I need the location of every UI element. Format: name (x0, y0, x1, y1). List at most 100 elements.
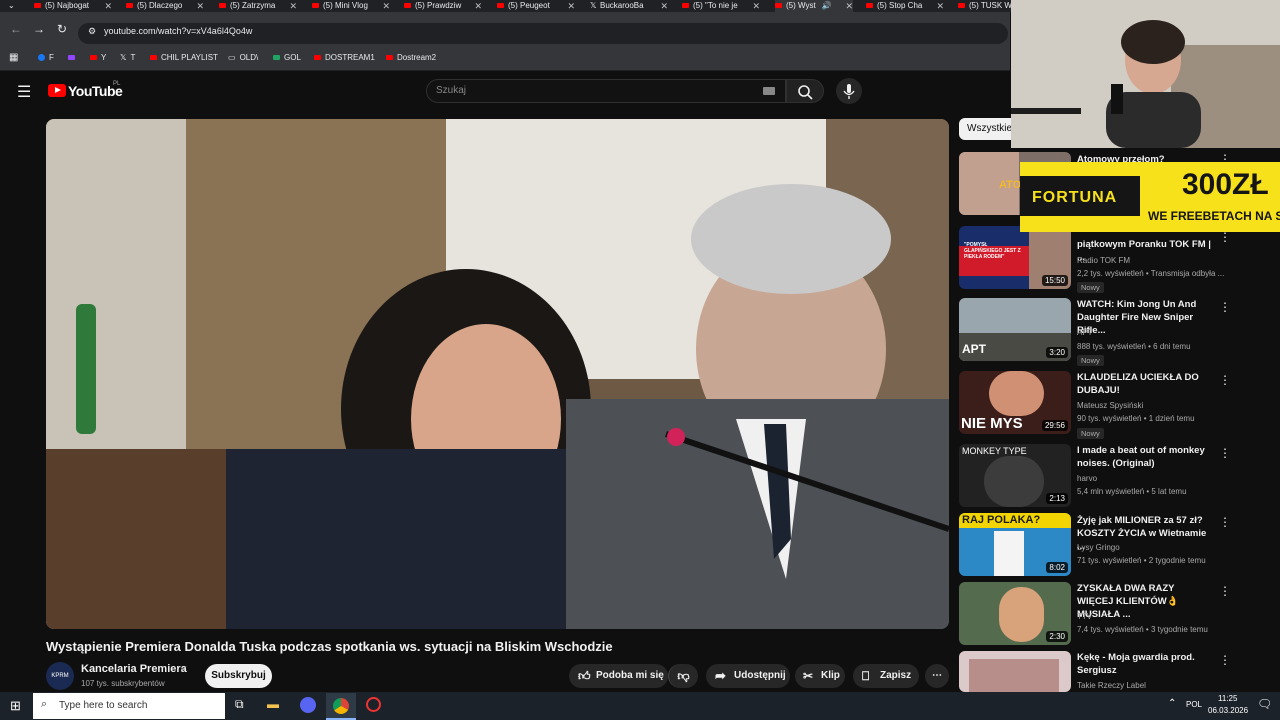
bookmark[interactable] (68, 53, 79, 62)
youtube-favicon-icon (404, 3, 411, 9)
browser-tab[interactable]: (5) "To nie je ✕ (682, 0, 760, 12)
close-tab-icon[interactable]: ✕ (196, 0, 204, 12)
close-tab-icon[interactable]: ✕ (474, 0, 482, 12)
language-indicator[interactable]: POL (1186, 700, 1202, 709)
webcam-frame (1011, 0, 1280, 148)
browser-tab[interactable]: (5) TUSK W (958, 0, 1018, 12)
bookmark[interactable]: Dostream2 (386, 53, 436, 62)
browser-tab[interactable]: (5) Najbogat ✕ (34, 0, 112, 12)
recommended-video-title[interactable]: WATCH: Kim Jong Un And Daughter Fire New… (1077, 298, 1212, 337)
more-vertical-icon[interactable]: ⋮ (1219, 515, 1231, 529)
tab-search-dropdown[interactable]: ⌄ (0, 0, 26, 12)
youtube-favicon-icon (312, 3, 319, 9)
video-thumbnail[interactable]: NIE MYS 29:56 (959, 371, 1071, 434)
more-vertical-icon[interactable]: ⋮ (1219, 373, 1231, 387)
browser-tab[interactable]: (5) Stop Cha ✕ (866, 0, 944, 12)
clip-button[interactable]: ✂ Klip (795, 664, 845, 688)
video-thumbnail[interactable]: MONKEY TYPE 2:13 (959, 444, 1071, 507)
facebook-icon (38, 54, 45, 62)
browser-tab[interactable]: 𝕏 BuckarooBa ✕ (590, 0, 668, 12)
more-actions-button[interactable]: ⋯ (925, 664, 949, 688)
file-explorer-icon[interactable]: ▬ (267, 697, 279, 711)
channel-name: Takie Rzeczy Label (1077, 681, 1146, 690)
chrome-taskbar-button[interactable] (326, 693, 356, 720)
video-duration: 29:56 (1041, 420, 1068, 431)
clock-time[interactable]: 11:25 (1218, 694, 1237, 703)
url-text[interactable]: youtube.com/watch?v=xV4a6l4Qo4w (104, 26, 252, 36)
clock-date[interactable]: 06.03.2026 (1208, 706, 1248, 715)
channel-avatar[interactable]: KPRM (46, 662, 74, 690)
discord-icon[interactable] (300, 697, 316, 713)
close-tab-icon[interactable]: ✕ (845, 0, 853, 12)
bookmark[interactable]: F (38, 53, 54, 62)
youtube-icon (386, 55, 393, 61)
close-tab-icon[interactable]: ✕ (104, 0, 112, 12)
back-icon[interactable]: ← (10, 22, 22, 36)
more-vertical-icon[interactable]: ⋮ (1219, 300, 1231, 314)
browser-tab[interactable]: (5) Peugeot ✕ (497, 0, 575, 12)
notification-icon[interactable]: 🗨︎ (1257, 697, 1272, 711)
bookmark[interactable]: DOSTREAM1 (314, 53, 375, 62)
chevron-up-icon[interactable]: ⌃ (1168, 698, 1176, 709)
video-duration: 15:50 (1041, 275, 1068, 286)
bookmark[interactable]: 𝕏T (120, 53, 135, 62)
recommended-video-title[interactable]: I made a beat out of monkey noises. (Ori… (1077, 444, 1212, 470)
video-thumbnail[interactable] (959, 651, 1071, 692)
like-button[interactable]: 👍︎ Podoba mi się (569, 664, 668, 688)
bookmark[interactable]: GOL (273, 53, 301, 62)
subscribe-button[interactable]: Subskrybuj (205, 664, 272, 688)
video-meta: 5,4 mln wyświetleń • 5 lat temu (1077, 487, 1187, 496)
browser-tab[interactable]: (5) Zatrzyma ✕ (219, 0, 297, 12)
close-tab-icon[interactable]: ✕ (567, 0, 575, 12)
keyboard-icon[interactable] (763, 87, 775, 95)
youtube-logo-icon[interactable] (48, 84, 66, 97)
more-vertical-icon[interactable]: ⋮ (1219, 653, 1231, 667)
video-duration: 2:30 (1046, 631, 1068, 642)
taskbar-search-input[interactable]: ⌕ Type here to search (33, 693, 225, 719)
search-input[interactable]: Szukaj (426, 79, 786, 103)
close-tab-icon[interactable]: ✕ (936, 0, 944, 12)
gol-icon (273, 55, 280, 61)
recommended-video-title[interactable]: ZYSKAŁA DWA RAZY WIĘCEJ KLIENTÓW👌 MUSIAŁ… (1077, 582, 1212, 621)
browser-tab[interactable]: (5) Dlaczego ✕ (126, 0, 204, 12)
browser-tab[interactable]: (5) Mini Vlog ✕ (312, 0, 390, 12)
more-vertical-icon[interactable]: ⋮ (1219, 230, 1231, 244)
menu-icon[interactable]: ☰ (17, 82, 31, 102)
video-thumbnail[interactable]: "POMYSŁ GLAPIŃSKIEGO JEST Z PIEKŁA RODEM… (959, 226, 1071, 289)
reload-icon[interactable]: ↻ (57, 22, 67, 36)
youtube-icon (150, 55, 157, 61)
video-player[interactable] (46, 119, 949, 629)
site-info-icon[interactable]: ⚙ (88, 26, 96, 37)
bookmark-folder[interactable]: ▭ OLD\ (228, 53, 258, 62)
recommended-video-title[interactable]: Kękę - Moja gwardia prod. Sergiusz (1077, 651, 1212, 677)
youtube-icon (90, 55, 97, 61)
bookmark[interactable]: CHIL PLAYLIST (150, 53, 218, 62)
browser-tab[interactable]: (5) Prawdziw ✕ (404, 0, 482, 12)
more-vertical-icon[interactable]: ⋮ (1219, 446, 1231, 460)
channel-name[interactable]: Kancelaria Premiera (81, 663, 187, 675)
search-button[interactable] (786, 79, 824, 103)
bookmark[interactable]: Y (90, 53, 106, 62)
subscriber-count: 107 tys. subskrybentów (81, 679, 165, 688)
recommended-video-title[interactable]: KLAUDELIZA UCIEKŁA DO DUBAJU! (1077, 371, 1212, 397)
browser-tab-active[interactable]: (5) Wyst 🔊 ✕ (775, 0, 853, 12)
more-vertical-icon[interactable]: ⋮ (1219, 584, 1231, 598)
voice-search-button[interactable] (836, 78, 862, 104)
video-thumbnail[interactable]: APT 3:20 (959, 298, 1071, 361)
close-tab-icon[interactable]: ✕ (382, 0, 390, 12)
dislike-button[interactable]: 👎︎ (668, 664, 698, 688)
save-button[interactable]: ⎕ Zapisz (853, 664, 919, 688)
close-tab-icon[interactable]: ✕ (660, 0, 668, 12)
close-tab-icon[interactable]: ✕ (289, 0, 297, 12)
video-thumbnail[interactable]: 2:30 (959, 582, 1071, 645)
app-icon[interactable] (366, 697, 381, 712)
task-view-icon[interactable]: ⧉ (235, 697, 244, 712)
youtube-icon (314, 55, 321, 61)
windows-start-icon[interactable]: ⊞ (10, 698, 21, 714)
share-button[interactable]: ➦ Udostępnij (706, 664, 790, 688)
apps-grid-icon[interactable]: ▦ (9, 52, 18, 63)
close-tab-icon[interactable]: ✕ (752, 0, 760, 12)
video-thumbnail[interactable]: RAJ POLAKA? 8:02 (959, 513, 1071, 576)
x-icon: 𝕏 (120, 53, 127, 62)
forward-icon[interactable]: → (33, 22, 45, 36)
